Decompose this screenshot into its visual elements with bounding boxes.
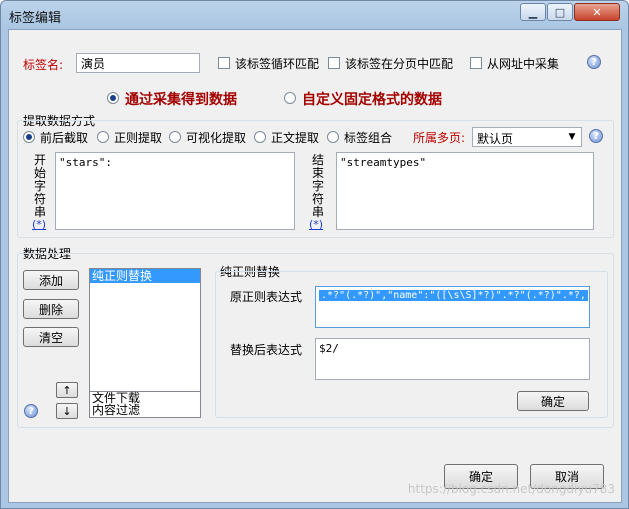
method-label-combine: 标签组合 <box>344 131 393 145</box>
method-radio-visual[interactable] <box>169 131 181 143</box>
method-label-regex: 正则提取 <box>114 131 163 145</box>
source-regex-value: .*?"(.*?)","name":"([\s\S]*?)".*?"(.*?)"… <box>319 290 588 301</box>
page-label: 所属多页: <box>413 131 466 145</box>
loop-match-checkbox[interactable] <box>218 57 230 69</box>
window-title: 标签编辑 <box>9 11 62 26</box>
list-item-content-filter[interactable]: 内容过滤 <box>90 404 200 416</box>
method-radio-regex[interactable] <box>97 131 109 143</box>
start-wildcard-link[interactable]: (*) <box>32 218 46 231</box>
minimize-button[interactable]: ▁ <box>520 3 546 21</box>
method-label-body: 正文提取 <box>271 131 320 145</box>
close-icon: ✕ <box>592 5 602 19</box>
watermark: https://blog.csdn.net/dongdiyu783 <box>407 482 615 496</box>
method-radio-before-after[interactable] <box>23 131 35 143</box>
method-label-visual: 可视化提取 <box>186 131 247 145</box>
maximize-icon: □ <box>554 5 566 19</box>
source-regex-label: 原正则表达式 <box>230 290 303 304</box>
tag-name-label: 标签名: <box>23 58 64 72</box>
processing-type-list[interactable]: 文件下载 内容过滤 <box>89 391 201 418</box>
minimize-icon: ▁ <box>528 5 538 19</box>
page-select[interactable]: 默认页 ▼ <box>472 127 582 147</box>
loop-match-label: 该标签循环匹配 <box>235 57 320 71</box>
help-icon-processing[interactable]: ? <box>24 404 38 418</box>
paging-match-label: 该标签在分页中匹配 <box>345 57 454 71</box>
method-radio-combine[interactable] <box>327 131 339 143</box>
arrow-down-icon: ↓ <box>62 404 72 418</box>
list-item[interactable]: 纯正则替换 <box>90 269 200 283</box>
tag-name-input[interactable] <box>76 53 200 73</box>
help-icon-page[interactable]: ? <box>589 129 603 143</box>
end-string-input[interactable]: "streamtypes" <box>336 152 594 230</box>
method-radio-body[interactable] <box>254 131 266 143</box>
end-wildcard-link[interactable]: (*) <box>309 218 323 231</box>
target-regex-label: 替换后表达式 <box>230 343 303 357</box>
add-button[interactable]: 添加 <box>23 270 79 290</box>
from-url-label: 从网址中采集 <box>487 57 560 71</box>
end-string-label: 结束字符串 <box>311 153 324 219</box>
chevron-down-icon: ▼ <box>568 132 576 142</box>
start-string-label: 开始字符串 <box>33 153 46 219</box>
help-icon[interactable]: ? <box>587 55 601 69</box>
mode-custom-radio[interactable] <box>284 92 296 104</box>
page-select-value: 默认页 <box>477 132 514 146</box>
dialog-body: 标签名: 该标签循环匹配 该标签在分页中匹配 从网址中采集 ? 通过采集得到数据… <box>8 29 622 503</box>
source-regex-input[interactable]: .*?"(.*?)","name":"([\s\S]*?)".*?"(.*?)"… <box>315 286 590 328</box>
tag-edit-window: 标签编辑 ▁ □ ✕ 标签名: 该标签循环匹配 该标签在分页中匹配 从网址中采集… <box>0 0 629 509</box>
maximize-button[interactable]: □ <box>547 3 573 21</box>
mode-collect-label: 通过采集得到数据 <box>125 92 237 108</box>
detail-confirm-button[interactable]: 确定 <box>517 391 589 411</box>
title-bar[interactable]: 标签编辑 ▁ □ ✕ <box>1 1 628 29</box>
move-down-button[interactable]: ↓ <box>56 403 78 419</box>
paging-match-checkbox[interactable] <box>328 57 340 69</box>
method-label-before-after: 前后截取 <box>40 131 89 145</box>
delete-button[interactable]: 删除 <box>23 299 79 319</box>
mode-custom-label: 自定义固定格式的数据 <box>302 92 442 108</box>
mode-collect-radio[interactable] <box>107 92 119 104</box>
from-url-checkbox[interactable] <box>470 57 482 69</box>
target-regex-input[interactable]: $2/ <box>315 338 590 380</box>
close-button[interactable]: ✕ <box>574 3 620 21</box>
start-string-input[interactable]: "stars": <box>55 152 295 230</box>
move-up-button[interactable]: ↑ <box>56 382 78 398</box>
arrow-up-icon: ↑ <box>62 383 72 397</box>
clear-button[interactable]: 清空 <box>23 327 79 347</box>
